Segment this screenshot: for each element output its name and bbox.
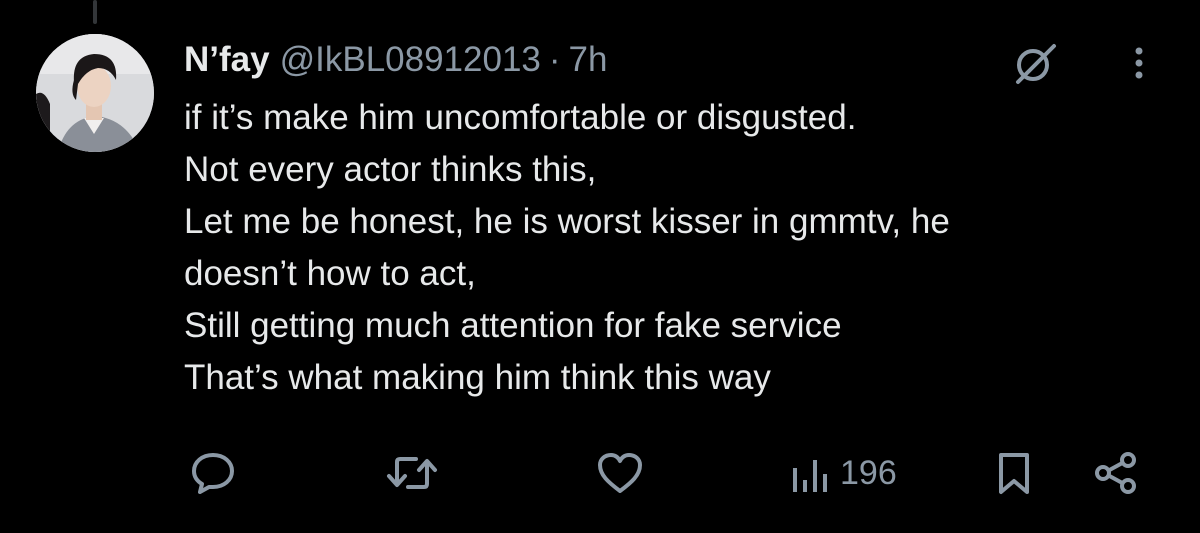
tweet-text-line: Not every actor thinks this, — [184, 150, 597, 189]
header-separator: · — [548, 40, 561, 79]
views-chart-icon — [793, 460, 827, 492]
action-bar: 196 — [0, 440, 1200, 510]
tweet-text: if it’s make him uncomfortable or disgus… — [184, 92, 1174, 404]
tweet-header: N’fay @IkBL08912013 · 7h — [184, 38, 607, 82]
user-handle[interactable]: @IkBL08912013 — [280, 40, 541, 80]
reply-icon — [192, 453, 234, 494]
tweet-text-line: Still getting much attention for fake se… — [184, 306, 842, 345]
views-button[interactable]: 196 — [790, 450, 897, 496]
views-count: 196 — [840, 453, 897, 492]
tweet-text-line: That’s what making him think this way — [184, 358, 771, 397]
display-name[interactable]: N’fay — [184, 40, 270, 80]
thread-connector-line — [93, 0, 97, 24]
share-button[interactable] — [1092, 450, 1140, 496]
heart-icon — [598, 453, 642, 493]
share-icon — [1095, 452, 1136, 494]
reply-button[interactable] — [190, 450, 236, 496]
timestamp[interactable]: 7h — [569, 40, 608, 80]
tweet-text-line: Let me be honest, he is worst kisser in … — [184, 202, 950, 241]
avatar-image — [36, 34, 154, 152]
more-icon[interactable] — [1124, 44, 1154, 84]
retweet-button[interactable] — [386, 450, 438, 496]
bookmark-button[interactable] — [996, 450, 1032, 496]
grok-icon[interactable] — [1012, 40, 1058, 86]
tweet-text-line: if it’s make him uncomfortable or disgus… — [184, 98, 857, 137]
tweet-text-line: doesn’t how to act, — [184, 254, 476, 293]
like-button[interactable] — [596, 450, 644, 496]
avatar[interactable] — [36, 34, 154, 152]
bookmark-icon — [999, 453, 1029, 494]
retweet-icon — [387, 457, 437, 489]
